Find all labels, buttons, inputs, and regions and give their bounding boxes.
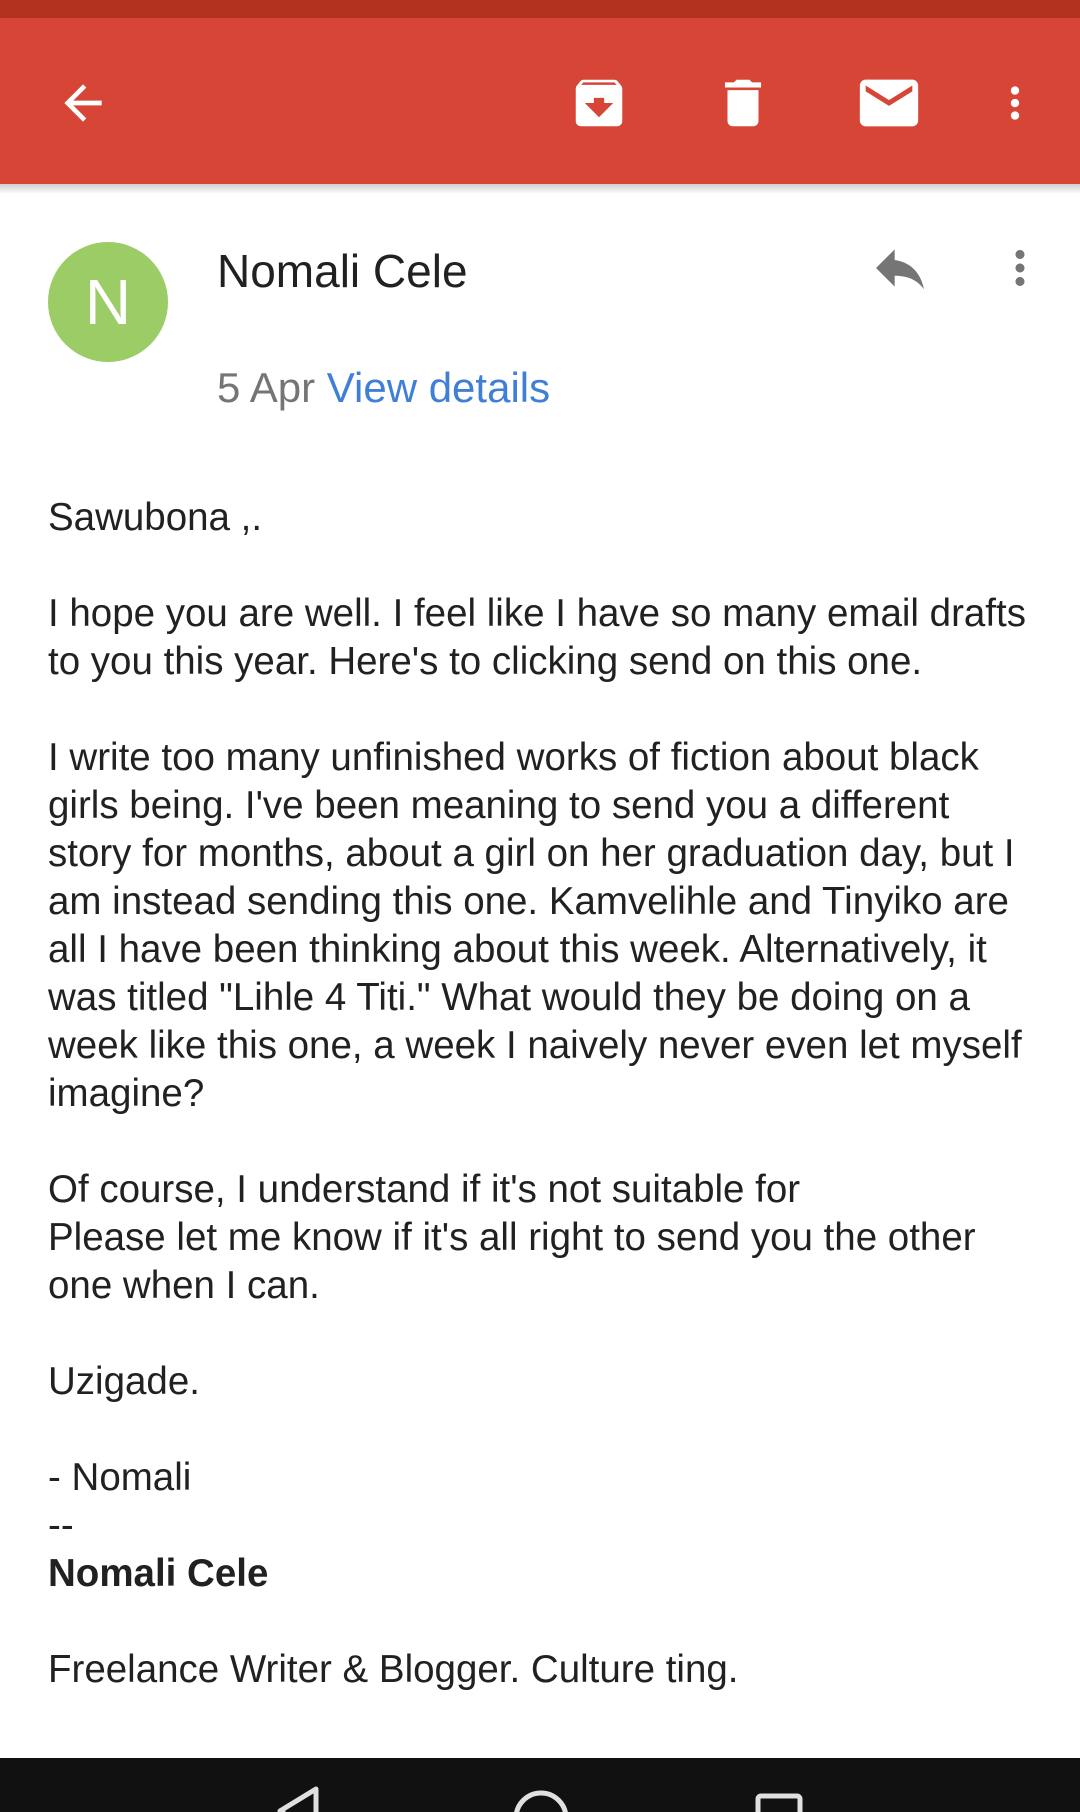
archive-button[interactable] bbox=[556, 60, 642, 146]
message-date: 5 Apr bbox=[217, 364, 316, 411]
more-options-button[interactable] bbox=[990, 60, 1040, 146]
back-button[interactable] bbox=[40, 60, 126, 146]
view-details-link[interactable]: View details bbox=[327, 364, 550, 411]
reply-icon bbox=[876, 249, 924, 290]
toolbar bbox=[0, 18, 1080, 184]
mark-unread-button[interactable] bbox=[846, 60, 932, 146]
mark-unread-icon bbox=[859, 79, 919, 127]
delete-button[interactable] bbox=[700, 60, 786, 146]
nav-back-button[interactable] bbox=[268, 1786, 328, 1812]
message-body: Sawubona ,. I hope you are well. I feel … bbox=[48, 494, 1038, 1694]
status-bar bbox=[0, 0, 1080, 18]
signoff: - Nomali bbox=[48, 1456, 192, 1499]
greeting: Sawubona ,. bbox=[48, 496, 263, 539]
nav-recents-button[interactable] bbox=[752, 1792, 806, 1812]
reply-button[interactable] bbox=[860, 228, 940, 308]
system-navigation-bar bbox=[0, 1758, 1080, 1812]
more-vert-icon bbox=[1015, 250, 1025, 286]
more-vert-icon bbox=[1010, 86, 1020, 120]
paragraph-1: I hope you are well. I feel like I have … bbox=[48, 592, 1026, 683]
triangle-back-icon bbox=[277, 1786, 319, 1812]
sender-name: Nomali Cele bbox=[217, 245, 468, 297]
paragraph-2: I write too many unfinished works of fic… bbox=[48, 736, 1022, 1115]
square-recents-icon bbox=[755, 1793, 803, 1812]
signature-name: Nomali Cele bbox=[48, 1552, 269, 1595]
signature-separator: -- bbox=[48, 1504, 74, 1547]
closing: Uzigade. bbox=[48, 1360, 200, 1403]
back-arrow-icon bbox=[64, 84, 102, 122]
toolbar-shadow bbox=[0, 184, 1080, 194]
signature-title: Freelance Writer & Blogger. Culture ting… bbox=[48, 1648, 739, 1691]
circle-home-icon bbox=[514, 1790, 568, 1812]
paragraph-3: Of course, I understand if it's not suit… bbox=[48, 1168, 976, 1307]
trash-icon bbox=[724, 79, 762, 127]
sender-avatar[interactable]: N bbox=[48, 242, 168, 362]
archive-icon bbox=[575, 79, 623, 127]
nav-home-button[interactable] bbox=[508, 1788, 574, 1812]
message-meta: 5 Apr View details bbox=[217, 364, 550, 412]
message-more-button[interactable] bbox=[992, 228, 1048, 308]
